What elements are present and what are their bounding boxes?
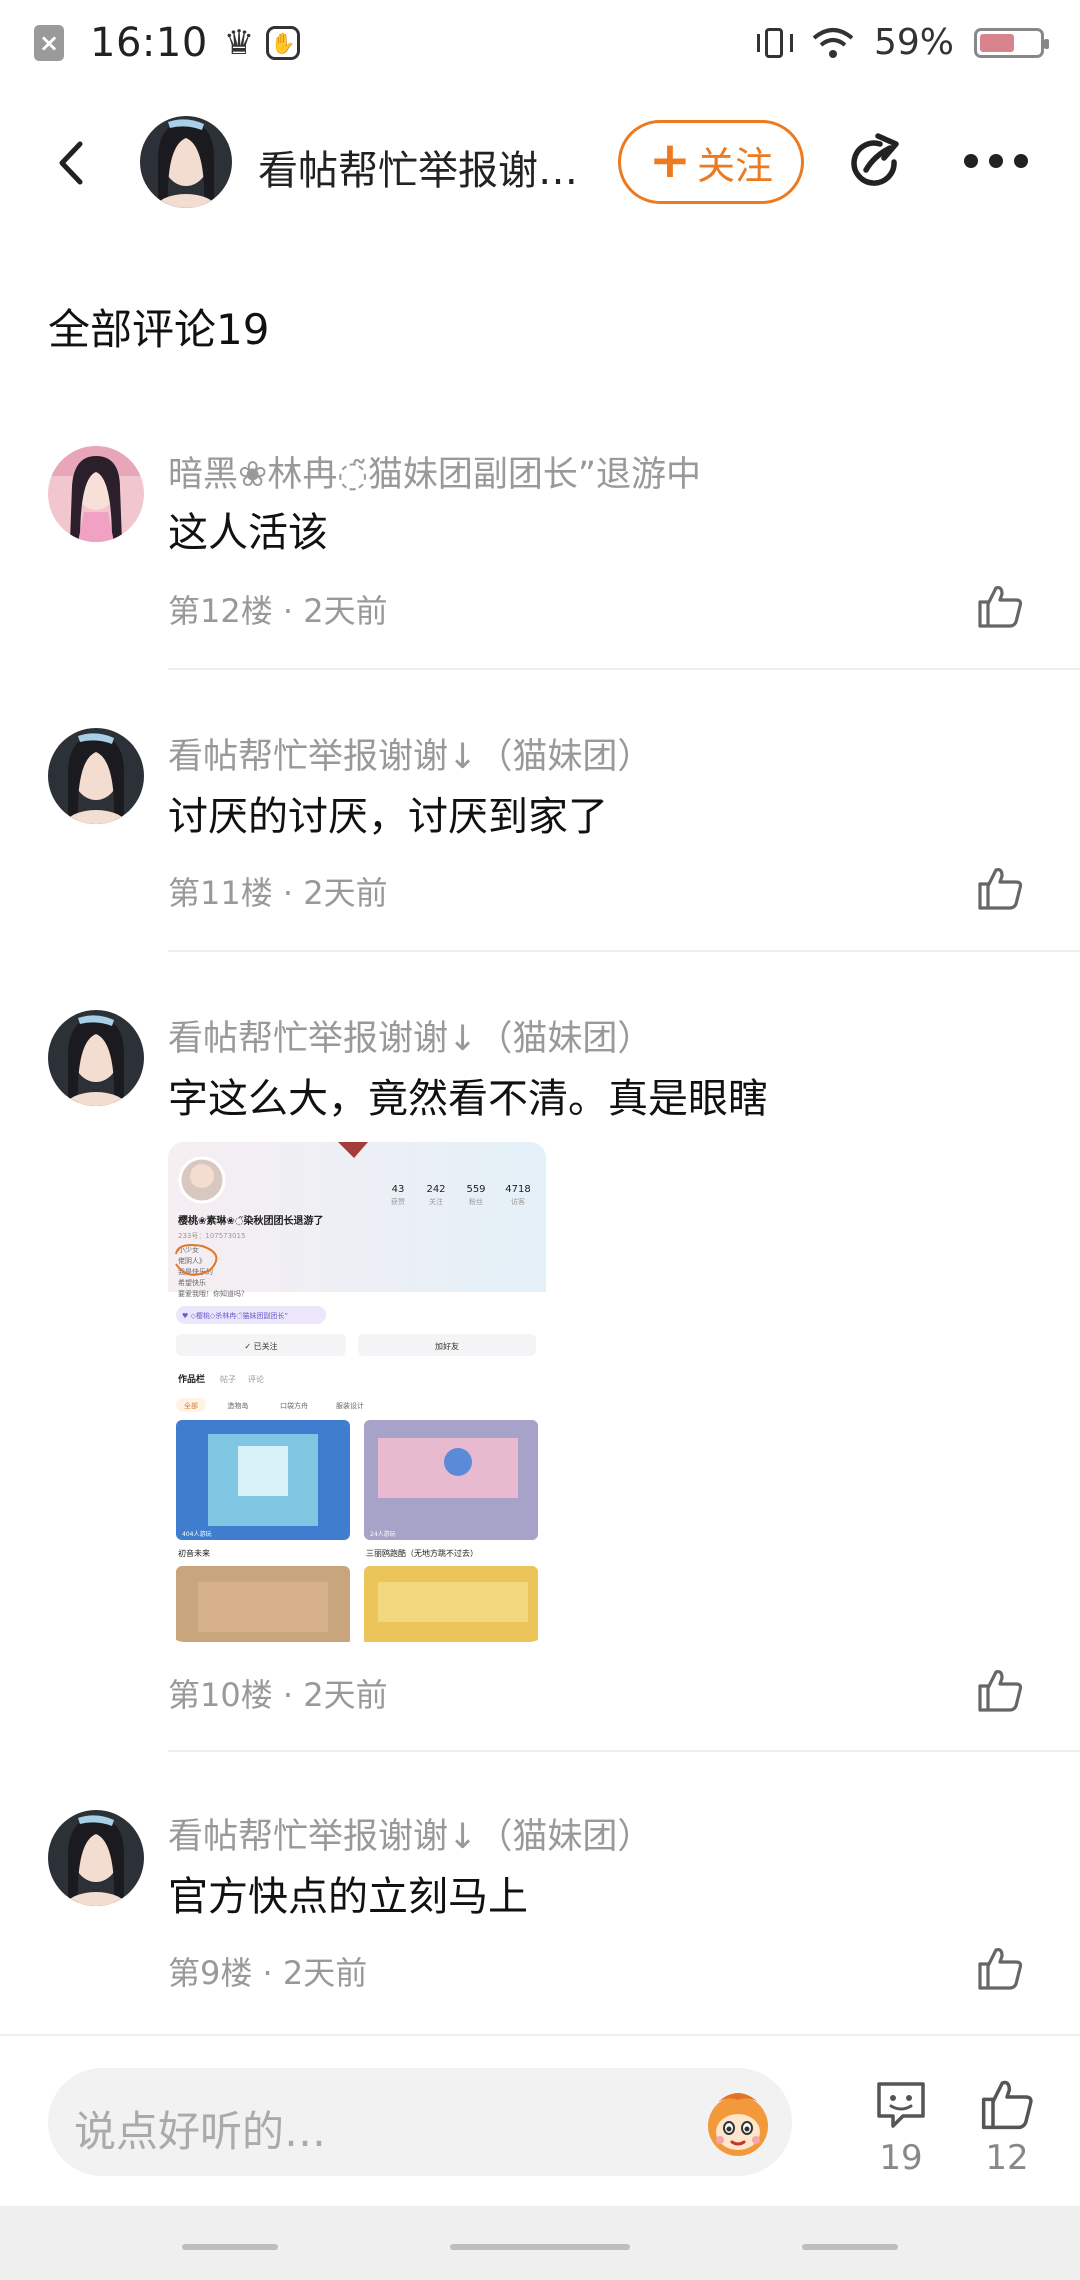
like-icon[interactable]	[976, 864, 1024, 912]
share-icon[interactable]	[844, 132, 908, 196]
profile-tab: 帖子	[220, 1374, 236, 1384]
app-icon: ✋	[266, 26, 301, 60]
avatar[interactable]	[48, 1810, 144, 1906]
battery-percent: 59%	[873, 22, 954, 63]
nav-menu-pill[interactable]	[182, 2244, 278, 2250]
mascot-emoji-icon[interactable]	[698, 2082, 778, 2162]
comment-input[interactable]: 说点好听的…	[48, 2068, 792, 2176]
add-friend-button: 加好友	[435, 1341, 459, 1351]
profile-filter: 服装设计	[336, 1401, 364, 1410]
post-header: 看帖帮忙举报谢谢↓（猫妹团） + 关注	[0, 108, 1080, 218]
profile-stat: 43	[392, 1184, 405, 1195]
like-icon[interactable]	[976, 1666, 1024, 1714]
comment-username[interactable]: 看帖帮忙举报谢谢↓（猫妹团）	[168, 1010, 652, 1061]
divider	[168, 668, 1080, 670]
bottom-action-bar: 说点好听的… 19 12	[0, 2034, 1080, 2204]
profile-filter: 全部	[184, 1401, 198, 1410]
comment-meta: 第11楼 · 2天前	[168, 874, 388, 912]
profile-filter: 造物岛	[228, 1401, 249, 1410]
work-plays: 404人游玩	[182, 1530, 211, 1538]
profile-name: 樱桃❀素琳❀◌̃染秋团团长退游了	[178, 1214, 323, 1227]
comment-meta: 第12楼 · 2天前	[168, 592, 388, 630]
divider	[168, 950, 1080, 952]
profile-badge: ♥ ◇樱桃◇杀林冉◌̃猫妹团副团长”	[182, 1311, 288, 1320]
profile-filter: 口袋方舟	[280, 1401, 308, 1410]
page: × 16:10 ♛ ✋ 59% 看帖帮忙举报谢谢 + 关注 全部评论19 暗黑❀…	[0, 0, 1080, 2280]
comment-username[interactable]: 暗黑❀林冉◌̃猫妹团副团长”退游中	[168, 446, 701, 497]
profile-stat-label: 粉丝	[469, 1197, 483, 1206]
vibrate-icon	[756, 25, 793, 61]
work-title: 初音未来	[178, 1548, 210, 1558]
header-title: 看帖帮忙举报谢谢↓（猫妹团）	[258, 148, 598, 194]
comment-meta: 第9楼 · 2天前	[168, 1954, 368, 1992]
close-notification-icon: ×	[34, 25, 64, 61]
comment-image[interactable]: 43 242 559 4718 获赞 关注 粉丝 访客 樱桃❀素琳❀◌̃染秋团团…	[168, 1142, 546, 1642]
avatar[interactable]	[48, 728, 144, 824]
comment-meta: 第10楼 · 2天前	[168, 1676, 388, 1714]
comment-icon	[877, 2082, 925, 2128]
follow-button[interactable]: + 关注	[618, 120, 804, 204]
all-comments-title: 全部评论19	[48, 305, 270, 354]
profile-tab: 评论	[248, 1374, 264, 1384]
work-plays: 24人游玩	[370, 1530, 396, 1538]
work-title: 三丽鸥跑酷（无地方跳不过去）	[366, 1548, 478, 1558]
back-icon[interactable]	[50, 138, 100, 188]
more-icon[interactable]	[964, 154, 1028, 170]
profile-tab: 作品栏	[178, 1373, 205, 1385]
followed-button: ✓ 已关注	[244, 1341, 277, 1351]
plus-icon: +	[649, 131, 691, 189]
profile-id: 233号：107573015	[178, 1232, 245, 1240]
author-avatar[interactable]	[140, 116, 232, 208]
follow-label: 关注	[696, 143, 773, 188]
comment-text: 字这么大，竟然看不清。真是眼瞎	[168, 1076, 768, 1122]
profile-stat-label: 访客	[511, 1197, 525, 1206]
nav-back-pill[interactable]	[802, 2244, 898, 2250]
status-left: × 16:10 ♛ ✋	[34, 20, 301, 66]
profile-stat-label: 获赞	[391, 1197, 405, 1206]
avatar[interactable]	[48, 1010, 144, 1106]
like-icon	[981, 2080, 1033, 2130]
battery-icon	[974, 27, 1049, 58]
comment-count-button[interactable]: 19	[866, 2076, 936, 2178]
like-count: 12	[985, 2138, 1029, 2178]
like-icon[interactable]	[976, 1944, 1024, 1992]
profile-bio-line: 佬阴人》	[178, 1256, 206, 1265]
profile-stat-label: 关注	[429, 1197, 443, 1206]
wifi-icon	[812, 27, 854, 58]
crown-icon: ♛	[223, 23, 255, 63]
comment-text: 讨厌的讨厌，讨厌到家了	[168, 794, 608, 840]
profile-stat: 559	[466, 1184, 485, 1195]
like-count-button[interactable]: 12	[972, 2076, 1042, 2178]
status-bar: × 16:10 ♛ ✋ 59%	[0, 0, 1080, 98]
comment-text: 这人活该	[168, 510, 328, 556]
system-nav-bar	[0, 2206, 1080, 2280]
avatar[interactable]	[48, 446, 144, 542]
profile-stat: 242	[426, 1184, 445, 1195]
divider	[168, 1750, 1080, 1752]
comment-input-placeholder: 说点好听的…	[74, 2107, 327, 2156]
status-time: 16:10	[90, 20, 208, 66]
status-right: 59%	[756, 22, 1049, 63]
profile-bio-line: 要爱我哦！你知道吗？	[178, 1289, 248, 1298]
like-icon[interactable]	[976, 582, 1024, 630]
profile-stat: 4718	[505, 1184, 530, 1195]
comment-count: 19	[879, 2138, 923, 2178]
comment-username[interactable]: 看帖帮忙举报谢谢↓（猫妹团）	[168, 728, 652, 779]
profile-bio-line: 希望快乐	[178, 1278, 206, 1287]
battery-level	[980, 33, 1015, 52]
nav-home-pill[interactable]	[450, 2244, 630, 2250]
comment-text: 官方快点的立刻马上	[168, 1874, 528, 1920]
comment-username[interactable]: 看帖帮忙举报谢谢↓（猫妹团）	[168, 1808, 652, 1859]
